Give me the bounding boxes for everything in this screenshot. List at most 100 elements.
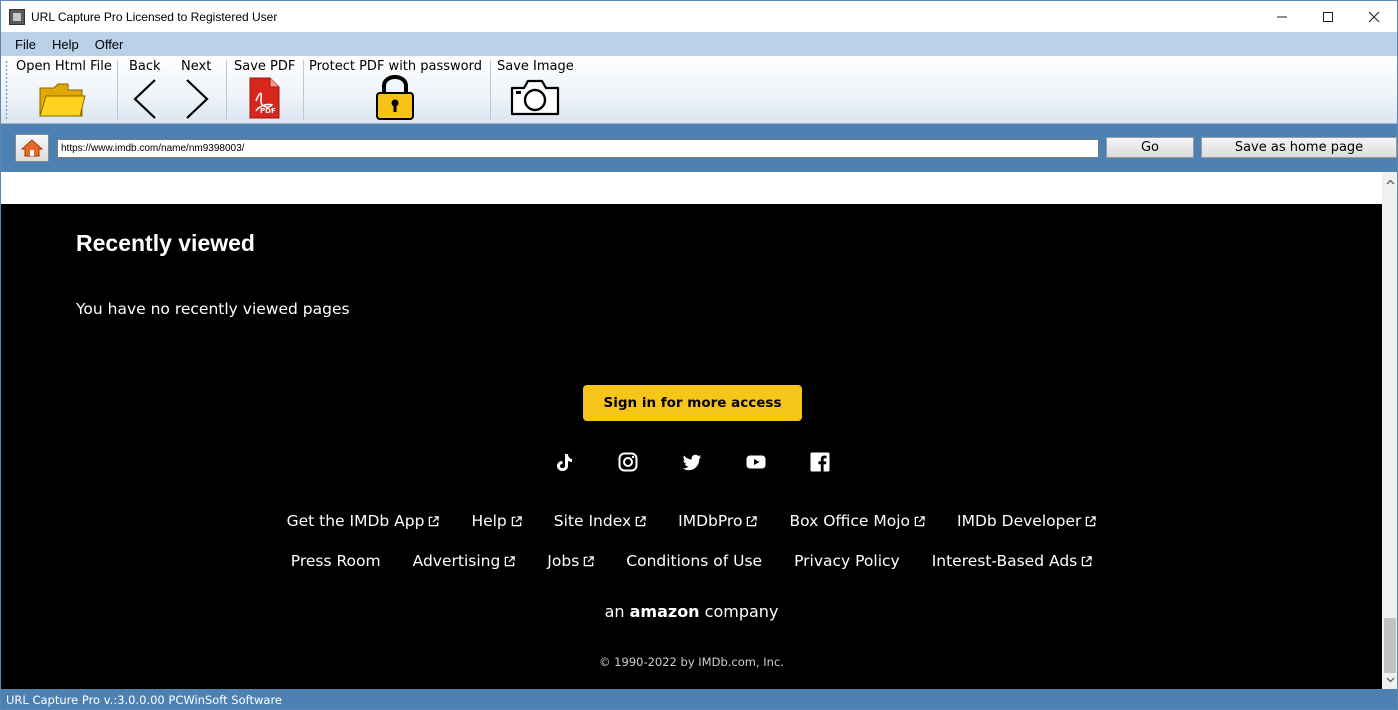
open-html-file-button[interactable]: Open Html File [11, 56, 115, 122]
footer-links-row-1: Get the IMDb App Help Site Index IMDbPro Box… [1, 512, 1382, 530]
home-button[interactable] [15, 134, 49, 162]
amazon-company-logo[interactable]: an amazon company [1, 602, 1382, 621]
toolbar: Open Html File Back Next Save PDF PDF Pr… [1, 56, 1397, 124]
save-image-label: Save Image [497, 59, 574, 74]
window-title: URL Capture Pro Licensed to Registered U… [31, 9, 278, 24]
back-label: Back [129, 59, 161, 74]
menu-offer[interactable]: Offer [87, 37, 132, 52]
protect-pdf-button[interactable]: Protect PDF with password [306, 56, 486, 122]
toolbar-grip[interactable] [5, 60, 8, 120]
chevron-right-icon [186, 79, 209, 119]
external-link-icon [747, 515, 758, 526]
footer-link[interactable]: Site Index [554, 512, 646, 530]
external-link-icon [505, 555, 516, 566]
toolbar-separator [226, 60, 227, 120]
status-text: URL Capture Pro v.:3.0.0.00 PCWinSoft So… [6, 693, 283, 707]
status-bar: URL Capture Pro v.:3.0.0.00 PCWinSoft So… [1, 689, 1397, 709]
twitter-icon[interactable] [682, 452, 702, 472]
scroll-up-button[interactable] [1382, 174, 1397, 190]
footer-link[interactable]: Help [471, 512, 522, 530]
external-link-icon [1081, 555, 1092, 566]
minimize-icon [1277, 16, 1287, 17]
footer-link[interactable]: Advertising [413, 552, 516, 570]
toolbar-separator [117, 60, 118, 120]
external-link-icon [429, 515, 440, 526]
close-icon [1368, 11, 1380, 22]
footer-link[interactable]: Get the IMDb App [287, 512, 440, 530]
maximize-button[interactable] [1305, 1, 1351, 32]
url-input[interactable] [57, 139, 1099, 158]
external-link-icon [583, 555, 594, 566]
sign-in-button[interactable]: Sign in for more access [583, 385, 802, 421]
copyright-text: © 1990-2022 by IMDb.com, Inc. [599, 655, 784, 669]
window-controls [1259, 1, 1397, 32]
footer-link-label: Press Room [290, 552, 381, 570]
save-pdf-label: Save PDF [234, 59, 296, 74]
chevron-left-icon [133, 79, 156, 119]
save-image-button[interactable]: Save Image [493, 56, 583, 122]
footer-link-label: Interest-Based Ads [931, 552, 1078, 570]
footer-link[interactable]: Privacy Policy [794, 552, 900, 570]
padlock-icon [376, 75, 414, 120]
maximize-icon [1323, 11, 1333, 22]
app-window: URL Capture Pro Licensed to Registered U… [0, 0, 1398, 710]
footer-link-label: Privacy Policy [794, 552, 900, 570]
footer-link[interactable]: IMDbPro [678, 512, 758, 530]
facebook-icon[interactable] [810, 452, 830, 472]
menu-bar: File Help Offer [1, 32, 1397, 56]
open-html-file-label: Open Html File [16, 59, 112, 74]
footer-link[interactable]: IMDb Developer [957, 512, 1097, 530]
recently-viewed-empty-text: You have no recently viewed pages [76, 300, 350, 318]
footer-link-label: Site Index [553, 512, 632, 530]
menu-file[interactable]: File [7, 37, 44, 52]
minimize-button[interactable] [1259, 1, 1305, 32]
footer-link[interactable]: Press Room [291, 552, 381, 570]
web-viewport[interactable]: Recently viewed You have no recently vie… [1, 172, 1382, 689]
amazon-brand: amazon [629, 602, 700, 621]
folder-icon [39, 83, 86, 117]
footer-link-label: IMDbPro [678, 512, 743, 530]
home-icon [21, 139, 43, 157]
tiktok-icon[interactable] [554, 452, 574, 472]
footer-link-label: Jobs [547, 552, 580, 570]
menu-help[interactable]: Help [44, 37, 87, 52]
youtube-icon[interactable] [746, 452, 766, 472]
app-icon [9, 8, 25, 25]
scroll-down-button[interactable] [1382, 672, 1397, 688]
imdb-footer: Recently viewed You have no recently vie… [1, 204, 1382, 689]
footer-link-label: Help [471, 512, 507, 530]
vertical-scrollbar[interactable] [1382, 172, 1397, 689]
external-link-icon [511, 515, 522, 526]
footer-link[interactable]: Jobs [547, 552, 594, 570]
go-button[interactable]: Go [1106, 137, 1194, 158]
close-button[interactable] [1351, 1, 1397, 32]
chevron-down-icon [1386, 677, 1394, 683]
scroll-thumb[interactable] [1384, 618, 1396, 673]
save-as-home-page-button[interactable]: Save as home page [1201, 137, 1397, 158]
amazon-prefix: an [604, 602, 625, 621]
toolbar-separator [490, 60, 491, 120]
toolbar-separator [303, 60, 304, 120]
amazon-suffix: company [704, 602, 779, 621]
protect-pdf-label: Protect PDF with password [309, 59, 482, 74]
address-bar: Go Save as home page [1, 124, 1397, 172]
external-link-icon [1086, 515, 1097, 526]
instagram-icon[interactable] [618, 452, 638, 472]
footer-link[interactable]: Box Office Mojo [789, 512, 925, 530]
back-button[interactable]: Back [121, 56, 171, 122]
title-bar: URL Capture Pro Licensed to Registered U… [1, 1, 1397, 32]
chevron-up-icon [1386, 179, 1394, 185]
camera-icon [510, 79, 560, 116]
next-button[interactable]: Next [173, 56, 225, 122]
footer-link-label: Box Office Mojo [789, 512, 911, 530]
footer-link[interactable]: Conditions of Use [626, 552, 762, 570]
footer-link-label: Get the IMDb App [286, 512, 425, 530]
save-pdf-button[interactable]: Save PDF PDF [229, 56, 301, 122]
footer-link[interactable]: Interest-Based Ads [932, 552, 1093, 570]
next-label: Next [181, 59, 212, 74]
footer-link-label: IMDb Developer [957, 512, 1082, 530]
footer-link-label: Advertising [412, 552, 501, 570]
pdf-badge: PDF [260, 107, 276, 115]
footer-links-row-2: Press Room Advertising Jobs Conditions of U… [1, 552, 1382, 570]
footer-link-label: Conditions of Use [626, 552, 763, 570]
